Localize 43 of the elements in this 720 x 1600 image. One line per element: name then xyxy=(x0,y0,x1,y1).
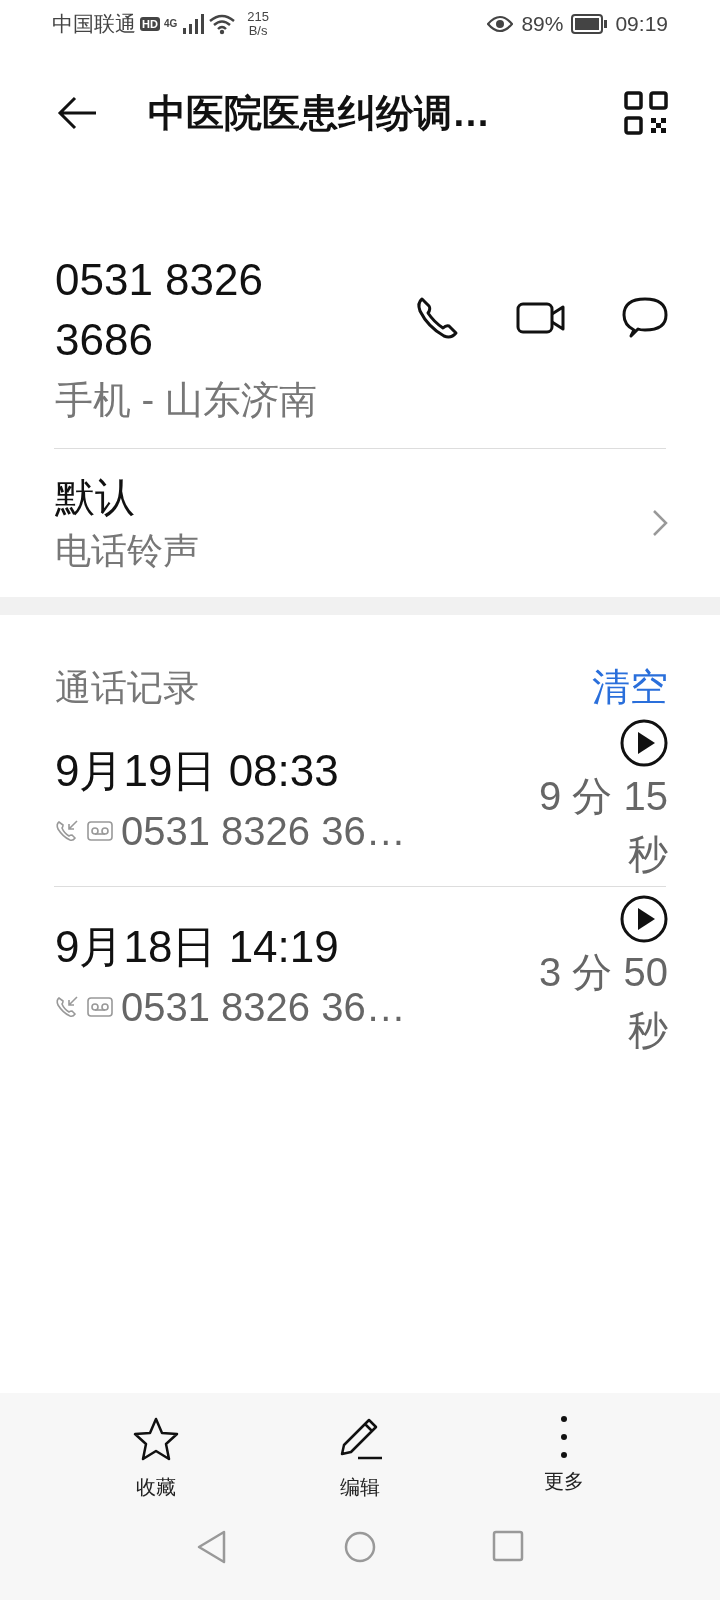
qr-code-icon[interactable] xyxy=(624,91,668,135)
chevron-right-icon xyxy=(652,509,668,537)
call-number: 0531 8326 36… xyxy=(121,984,406,1031)
incoming-call-icon xyxy=(55,819,79,843)
more-icon xyxy=(561,1416,567,1458)
call-duration: 9 分 15 秒 xyxy=(538,773,668,878)
call-duration: 3 分 50 秒 xyxy=(538,949,668,1054)
battery-icon xyxy=(571,14,608,34)
phone-icon[interactable] xyxy=(414,295,460,341)
ringtone-label: 电话铃声 xyxy=(55,529,200,573)
play-icon[interactable] xyxy=(620,719,668,767)
speed-unit: B/s xyxy=(247,24,269,39)
recording-icon xyxy=(87,997,113,1017)
carrier-name: 中国联通 xyxy=(52,11,136,38)
battery-percent: 89% xyxy=(521,11,564,38)
eye-icon xyxy=(487,15,514,33)
wifi-icon xyxy=(209,13,236,35)
call-datetime: 9月18日 14:19 xyxy=(55,921,340,973)
speed-value: 215 xyxy=(247,9,269,24)
star-button[interactable]: 收藏 xyxy=(86,1415,226,1503)
edit-button[interactable]: 编辑 xyxy=(290,1415,430,1503)
play-icon[interactable] xyxy=(620,895,668,943)
clear-button[interactable]: 清空 xyxy=(592,659,668,716)
signal-icon xyxy=(181,14,206,34)
home-nav-icon[interactable] xyxy=(343,1530,377,1564)
call-number: 0531 8326 36… xyxy=(121,808,406,855)
recents-nav-icon[interactable] xyxy=(492,1530,524,1562)
phone-number: 0531 8326 3686 xyxy=(55,254,264,366)
video-camera-icon[interactable] xyxy=(516,301,566,335)
number-location: 手机 - 山东济南 xyxy=(55,378,317,423)
ringtone-value: 默认 xyxy=(55,474,136,521)
incoming-call-icon xyxy=(55,995,79,1019)
section-title: 通话记录 xyxy=(55,665,200,710)
network-type: 4G xyxy=(163,19,178,29)
message-icon[interactable] xyxy=(622,296,668,340)
back-nav-icon[interactable] xyxy=(196,1530,228,1564)
hd-badge: HD xyxy=(140,16,160,32)
page-title: 中医院医患纠纷调… xyxy=(148,90,491,136)
clock-time: 09:19 xyxy=(615,11,668,38)
call-datetime: 9月19日 08:33 xyxy=(55,745,340,797)
ringtone-row[interactable]: 默认 电话铃声 xyxy=(0,449,720,597)
more-button[interactable]: 更多 xyxy=(494,1415,634,1503)
recording-icon xyxy=(87,821,113,841)
